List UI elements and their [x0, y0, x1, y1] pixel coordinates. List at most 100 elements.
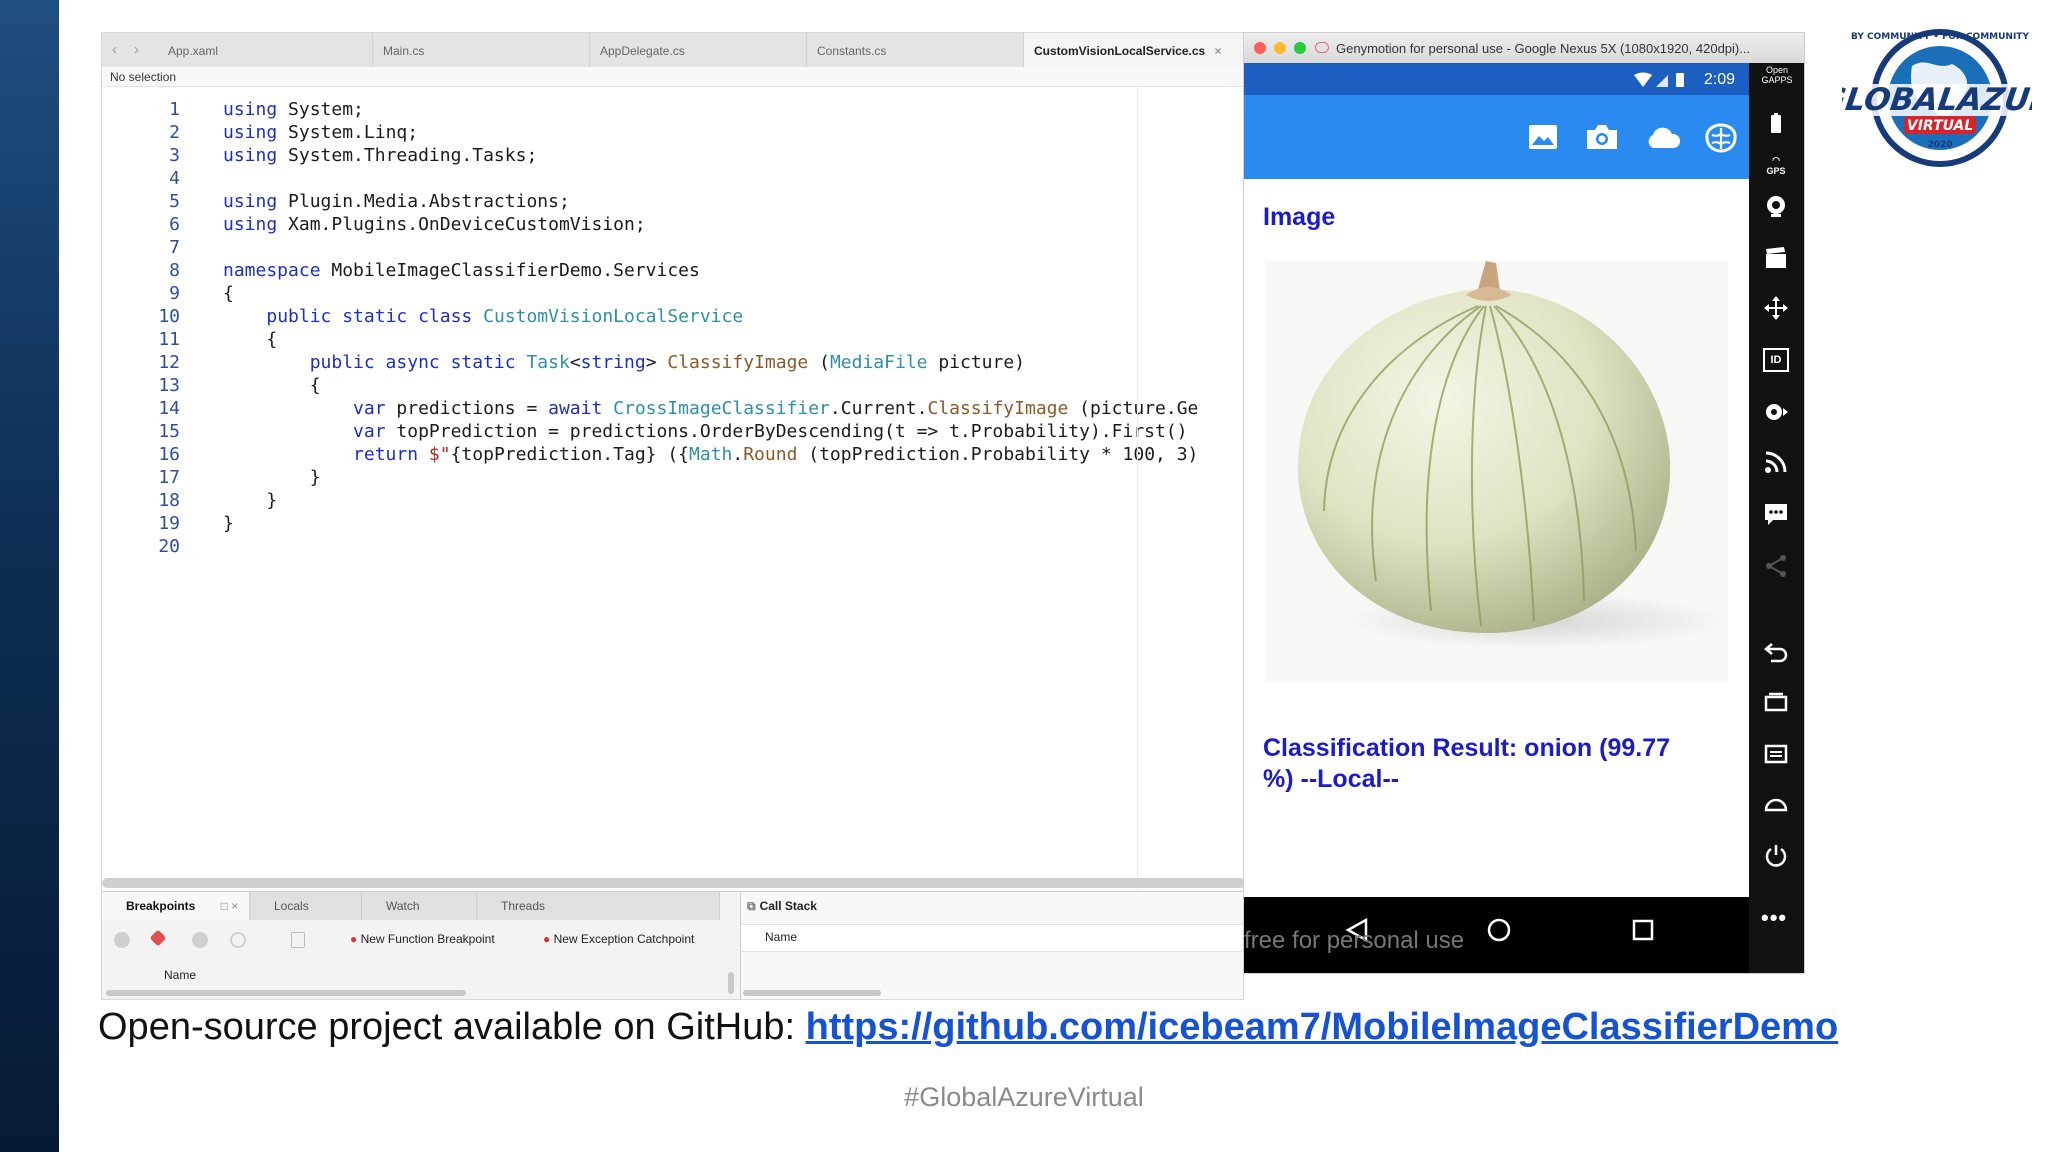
code-token: return	[353, 444, 429, 465]
disk-io-icon[interactable]	[1763, 399, 1789, 425]
close-icon[interactable]: ×	[1215, 44, 1222, 58]
share-icon[interactable]	[1763, 553, 1789, 579]
code-line[interactable]: public async static Task<string> Classif…	[223, 352, 1025, 373]
code-token: CrossImageClassifier	[613, 398, 830, 419]
nav-forward-icon[interactable]: ›	[134, 33, 139, 67]
line-number: 11	[158, 329, 180, 350]
code-line[interactable]: var predictions = await CrossImageClassi…	[223, 398, 1198, 419]
line-number: 12	[158, 352, 180, 373]
clear-all-icon[interactable]	[230, 932, 246, 948]
code-line[interactable]: }	[223, 490, 277, 511]
call-stack-scrollbar[interactable]	[743, 990, 881, 996]
tab-label: Breakpoints	[126, 899, 196, 913]
move-icon[interactable]	[1763, 295, 1789, 321]
code-line[interactable]: {	[223, 329, 277, 350]
code-line[interactable]: using System.Threading.Tasks;	[223, 145, 537, 166]
code-line[interactable]: }	[223, 467, 321, 488]
logo-year: 2020	[1927, 140, 1952, 150]
code-line[interactable]: using Xam.Plugins.OnDeviceCustomVision;	[223, 214, 646, 235]
tab-threads[interactable]: Threads	[477, 892, 720, 920]
open-gapps-button[interactable]: Open GAPPS	[1755, 65, 1799, 85]
status-clock: 2:09	[1703, 71, 1735, 88]
new-exception-catchpoint-button[interactable]: ● New Exception Catchpoint	[543, 932, 694, 946]
gps-label: GPS	[1766, 166, 1786, 176]
code-editor[interactable]: 1 using System; 2 using System.Linq; 3 using …	[102, 87, 1243, 909]
more-icon[interactable]: •••	[1761, 905, 1787, 931]
code-token: ClassifyImage	[667, 352, 820, 373]
recent-apps-icon[interactable]	[1763, 689, 1789, 715]
camera-icon[interactable]	[1585, 123, 1619, 151]
webcam-icon[interactable]	[1763, 193, 1789, 219]
close-icon[interactable]: □ ×	[221, 899, 239, 913]
code-line[interactable]: using Plugin.Media.Abstractions;	[223, 191, 570, 212]
brain-icon[interactable]	[1703, 122, 1739, 154]
sms-icon[interactable]	[1763, 501, 1789, 527]
code-token: ClassifyImage	[927, 398, 1080, 419]
minimize-window-button[interactable]	[1274, 42, 1286, 54]
call-stack-name-column: Name	[765, 930, 798, 944]
call-stack-panel: ⧉ Call Stack Name	[740, 892, 1243, 999]
code-line[interactable]: return $"{topPrediction.Tag} ({Math.Roun…	[223, 444, 1198, 465]
code-line[interactable]: namespace MobileImageClassifierDemo.Serv…	[223, 260, 700, 281]
watermark: free for personal use	[1244, 927, 1465, 954]
selection-status: No selection	[102, 67, 1243, 87]
code-line[interactable]: using System.Linq;	[223, 122, 418, 143]
back-nav-icon[interactable]	[1763, 639, 1789, 665]
code-line[interactable]: {	[223, 283, 234, 304]
gps-button[interactable]: ◠ GPS	[1759, 155, 1793, 176]
nav-back-icon[interactable]: ‹	[112, 33, 117, 67]
remove-breakpoint-icon[interactable]	[149, 929, 167, 947]
home-icon[interactable]	[1486, 917, 1512, 943]
breakpoints-vertical-scrollbar[interactable]	[728, 972, 734, 994]
code-token: topPrediction = predictions.OrderByDesce…	[396, 421, 1188, 442]
code-line[interactable]: {	[223, 375, 321, 396]
menu-icon[interactable]	[1763, 741, 1789, 767]
tab-app-xaml[interactable]: App.xaml	[158, 33, 373, 67]
tab-main-cs[interactable]: Main.cs	[373, 33, 590, 67]
line-number: 7	[169, 237, 180, 258]
code-token: <	[569, 352, 581, 373]
gps-icon: ◠	[1772, 155, 1780, 165]
tab-appdelegate-cs[interactable]: AppDelegate.cs	[590, 33, 807, 67]
tab-locals[interactable]: Locals	[250, 892, 362, 920]
breakpoints-scrollbar[interactable]	[106, 990, 466, 996]
code-token: var	[353, 398, 397, 419]
network-icon[interactable]	[1763, 449, 1789, 475]
ide-window: ‹ › App.xaml Main.cs AppDelegate.cs Cons…	[101, 32, 1244, 1000]
code-line[interactable]: }	[223, 513, 234, 534]
editor-horizontal-scrollbar[interactable]	[102, 878, 1243, 888]
cloud-icon[interactable]	[1645, 127, 1681, 149]
power-icon[interactable]	[1763, 843, 1789, 869]
code-line[interactable]: var topPrediction = predictions.OrderByD…	[223, 421, 1188, 442]
android-status-bar: 2:09	[1244, 63, 1749, 95]
code-token: Task	[526, 352, 570, 373]
recents-icon[interactable]	[1630, 917, 1656, 943]
screencast-icon[interactable]	[1763, 245, 1789, 271]
code-token: CustomVisionLocalService	[483, 306, 744, 327]
enable-breakpoint-icon[interactable]	[114, 932, 130, 948]
code-line[interactable]: public static class CustomVisionLocalSer…	[223, 306, 743, 327]
tab-constants-cs[interactable]: Constants.cs	[807, 33, 1024, 67]
maximize-window-button[interactable]	[1294, 42, 1306, 54]
battery-icon[interactable]	[1763, 111, 1789, 137]
gallery-icon[interactable]	[1528, 124, 1558, 150]
tab-watch[interactable]: Watch	[362, 892, 477, 920]
tab-customvisionlocalservice-cs[interactable]: CustomVisionLocalService.cs ×	[1024, 33, 1243, 67]
properties-icon[interactable]	[291, 932, 305, 948]
logo-ring-text: BY COMMUNITY • FOR COMMUNITY	[1851, 32, 2029, 42]
home-nav-icon[interactable]	[1763, 791, 1789, 817]
app-toolbar	[1244, 95, 1749, 179]
new-function-breakpoint-button[interactable]: ● New Function Breakpoint	[350, 932, 495, 946]
global-azure-logo: BY COMMUNITY • FOR COMMUNITY #GLOBALAZUR…	[1842, 29, 2032, 167]
tab-breakpoints[interactable]: Breakpoints □ ×	[102, 892, 250, 920]
github-link[interactable]: https://github.com/icebeam7/MobileImageC…	[806, 1006, 1839, 1048]
line-number: 5	[169, 191, 180, 212]
genymotion-icon	[1315, 42, 1329, 53]
code-line[interactable]: using System;	[223, 99, 364, 120]
emulator-tools-sidebar: Open GAPPS ◠ GPS ID •••	[1749, 63, 1804, 973]
identifiers-icon[interactable]: ID	[1763, 348, 1789, 372]
disable-all-icon[interactable]	[192, 932, 208, 948]
close-window-button[interactable]	[1254, 42, 1266, 54]
line-number: 1	[169, 99, 180, 120]
